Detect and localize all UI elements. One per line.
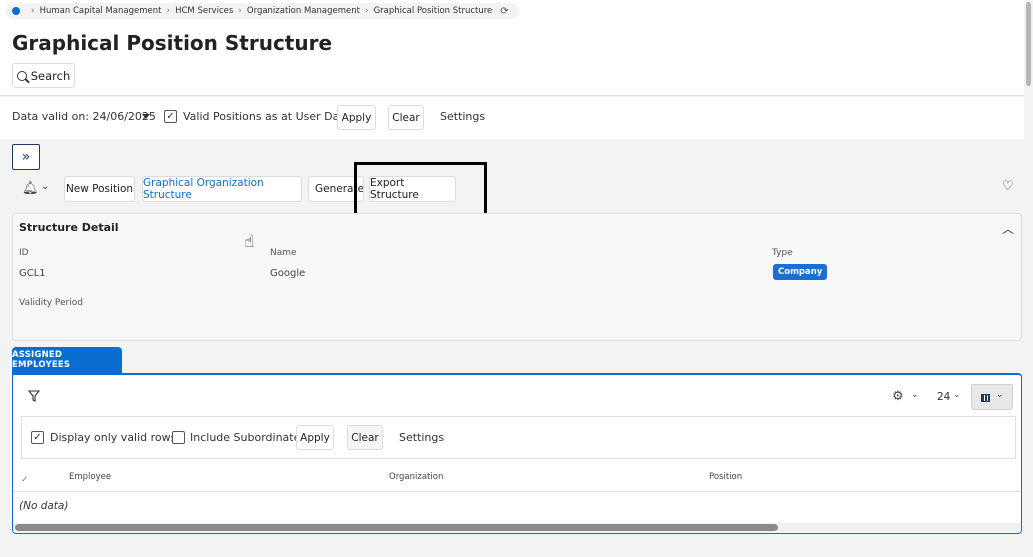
hand-cursor-icon: ☝ bbox=[244, 232, 255, 252]
chevron-down-icon[interactable]: ⌄ bbox=[41, 181, 49, 192]
table-icon bbox=[981, 394, 990, 402]
valid-positions-label: Valid Positions as at User Date bbox=[183, 110, 351, 123]
id-value: GCL1 bbox=[19, 268, 46, 279]
filter-bar: Data valid on: 24/06/2025 ✓ Valid Positi… bbox=[0, 97, 1033, 139]
filter-icon[interactable] bbox=[28, 390, 40, 402]
structure-detail-title: Structure Detail bbox=[19, 221, 119, 234]
graphical-org-structure-button[interactable]: Graphical Organization Structure bbox=[142, 176, 302, 202]
chevron-right-icon: › bbox=[238, 6, 242, 16]
expand-icon[interactable]: » bbox=[12, 144, 40, 170]
search-button-label: Search bbox=[30, 68, 71, 83]
column-header-organization[interactable]: Organization bbox=[389, 472, 443, 482]
chevron-down-icon: ⌄ bbox=[996, 390, 1004, 400]
header-divider bbox=[13, 491, 1021, 492]
validity-period-label: Validity Period bbox=[19, 298, 83, 308]
chevron-down-icon[interactable]: ⌄ bbox=[953, 390, 961, 400]
breadcrumb-item-org-management[interactable]: Organization Management bbox=[247, 6, 360, 16]
employee-clear-button[interactable]: Clear bbox=[347, 425, 383, 450]
filter-apply-button[interactable]: Apply bbox=[337, 105, 376, 130]
name-value: Google bbox=[270, 268, 306, 279]
breadcrumb-item-hcm-services[interactable]: HCM Services bbox=[175, 6, 233, 16]
search-button[interactable]: Search bbox=[12, 63, 75, 88]
include-subordinate-label: Include Subordinate bbox=[190, 431, 301, 444]
page-size-value[interactable]: 24 bbox=[937, 391, 950, 403]
filter-settings-link[interactable]: Settings bbox=[440, 110, 485, 123]
name-label: Name bbox=[270, 248, 297, 258]
horizontal-scrollbar-thumb[interactable] bbox=[15, 524, 778, 531]
employee-apply-button[interactable]: Apply bbox=[296, 425, 334, 450]
display-valid-rows-checkbox[interactable]: ✓ bbox=[31, 431, 44, 444]
breadcrumb: › Human Capital Management › HCM Service… bbox=[6, 3, 519, 19]
chevron-up-icon[interactable]: ︿ bbox=[1002, 220, 1014, 237]
select-all-check-icon[interactable]: ✓ bbox=[21, 475, 28, 485]
new-position-button[interactable]: New Position bbox=[64, 176, 135, 202]
employee-filter-bar: ✓ Display only valid rows Include Subord… bbox=[21, 416, 1016, 459]
id-label: ID bbox=[19, 248, 29, 258]
page-header: › Human Capital Management › HCM Service… bbox=[0, 0, 1033, 96]
type-badge: Company bbox=[773, 264, 828, 280]
structure-detail-panel: Structure Detail ︿ ID GCL1 Name Google T… bbox=[12, 213, 1022, 341]
tab-assigned-employees[interactable]: ASSIGNED EMPLOYEES bbox=[12, 347, 122, 373]
chevron-right-icon: › bbox=[364, 6, 369, 16]
no-data-text: (No data) bbox=[19, 500, 69, 512]
page-title: Graphical Position Structure bbox=[12, 31, 333, 55]
employee-settings-link[interactable]: Settings bbox=[399, 431, 444, 444]
include-subordinate-checkbox[interactable] bbox=[172, 431, 185, 444]
chevron-down-icon[interactable]: ⌄ bbox=[911, 390, 919, 400]
refresh-icon[interactable]: ⟳ bbox=[500, 6, 508, 17]
filter-clear-button[interactable]: Clear bbox=[388, 105, 424, 130]
type-label: Type bbox=[772, 248, 793, 258]
gear-icon[interactable]: ⚙ bbox=[892, 389, 904, 404]
valid-positions-checkbox[interactable]: ✓ bbox=[164, 110, 177, 123]
chevron-right-icon: › bbox=[166, 6, 171, 16]
breadcrumb-item-hcm[interactable]: Human Capital Management bbox=[40, 6, 162, 16]
date-dropdown-caret-icon[interactable] bbox=[142, 114, 150, 119]
bell-icon[interactable]: 🔔︎ bbox=[22, 181, 39, 196]
search-icon bbox=[16, 70, 27, 81]
assigned-employees-panel: ⚙ ⌄ 24 ⌄ ⌄ ✓ Display only valid rows Inc… bbox=[12, 373, 1022, 534]
heart-icon[interactable]: ♡ bbox=[1002, 179, 1014, 194]
data-valid-on-label[interactable]: Data valid on: 24/06/2025 bbox=[12, 110, 156, 123]
breadcrumb-item-current: Graphical Position Structure bbox=[373, 6, 493, 16]
display-valid-rows-label: Display only valid rows bbox=[50, 431, 177, 444]
table-view-button[interactable]: ⌄ bbox=[971, 384, 1013, 410]
home-icon[interactable] bbox=[12, 7, 20, 15]
chevron-right-icon: › bbox=[31, 6, 35, 16]
vertical-scrollbar-thumb[interactable] bbox=[1026, 2, 1031, 86]
column-header-position[interactable]: Position bbox=[709, 472, 742, 482]
column-header-employee[interactable]: Employee bbox=[69, 472, 111, 482]
